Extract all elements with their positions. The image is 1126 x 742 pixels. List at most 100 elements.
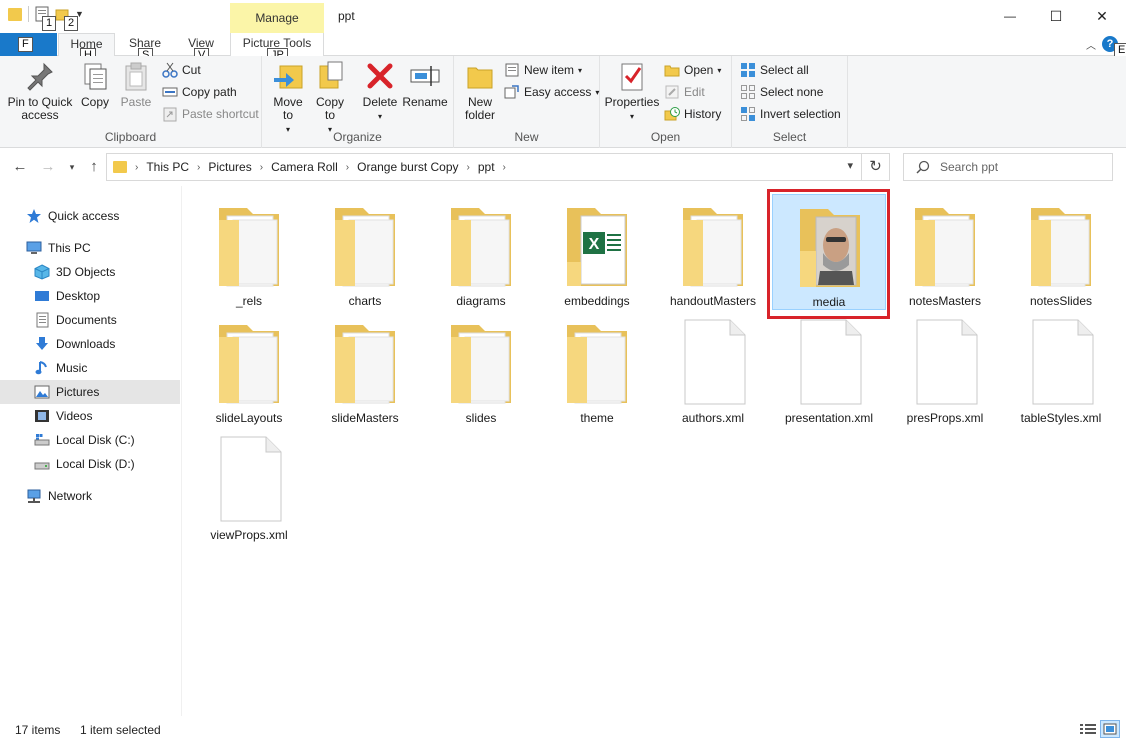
copy-button[interactable]: Copy xyxy=(78,60,112,109)
folder-item[interactable]: notesMasters xyxy=(888,186,1002,308)
breadcrumb-separator-icon[interactable]: › xyxy=(467,162,470,173)
nav-label-desktop: Desktop xyxy=(56,289,101,303)
collapse-ribbon-icon[interactable]: ︿ xyxy=(1086,37,1096,52)
item-name: authors.xml xyxy=(681,411,745,425)
nav-item-pictures[interactable]: Pictures xyxy=(0,380,180,404)
folder-item[interactable]: charts xyxy=(308,186,422,308)
item-name: presentation.xml xyxy=(784,411,874,425)
recent-locations-button[interactable]: ▾ xyxy=(62,157,82,177)
new-folder-button[interactable]: New folder xyxy=(460,60,500,122)
file-item[interactable]: tableStyles.xml xyxy=(1004,303,1118,425)
up-button[interactable]: ↑ xyxy=(84,157,104,177)
delete-dropdown-icon: ▾ xyxy=(377,112,382,121)
properties-button[interactable]: Properties ▾ xyxy=(604,60,660,123)
easy-access-button[interactable]: Easy access ▾ xyxy=(504,82,599,102)
pictures-icon xyxy=(34,385,50,399)
folder-item[interactable]: _rels xyxy=(192,186,306,308)
address-history-dropdown-icon[interactable]: ▾ xyxy=(847,159,853,172)
nav-item-desktop[interactable]: Desktop xyxy=(0,284,180,308)
xml-file-icon xyxy=(916,319,978,405)
scissors-icon xyxy=(162,62,178,78)
nav-label-this-pc: This PC xyxy=(48,241,91,255)
breadcrumb-ppt[interactable]: ppt xyxy=(478,160,495,174)
large-icons-view-button[interactable] xyxy=(1100,720,1120,738)
folder-item[interactable]: slideMasters xyxy=(308,303,422,425)
folder-item[interactable]: slides xyxy=(424,303,538,425)
details-view-button[interactable] xyxy=(1078,720,1098,738)
breadcrumb-separator-icon[interactable]: › xyxy=(346,162,349,173)
copy-path-button[interactable]: Copy path xyxy=(162,82,237,102)
nav-item-3d-objects[interactable]: 3D Objects xyxy=(0,260,180,284)
folder-icon xyxy=(683,208,743,287)
breadcrumb-orange-burst-copy[interactable]: Orange burst Copy xyxy=(357,160,458,174)
history-button[interactable]: History xyxy=(664,104,721,124)
new-item-button[interactable]: New item ▾ xyxy=(504,60,582,80)
file-item[interactable]: presProps.xml xyxy=(888,303,1002,425)
breadcrumb-separator-icon[interactable]: › xyxy=(260,162,263,173)
delete-button[interactable]: Delete ▾ xyxy=(360,60,400,123)
history-label: History xyxy=(684,107,722,121)
copy-to-button[interactable]: Copy to ▾ xyxy=(312,60,348,136)
nav-item-local-disk-c[interactable]: Local Disk (C:) xyxy=(0,428,180,452)
open-button[interactable]: Open ▾ xyxy=(664,60,721,80)
download-arrow-icon xyxy=(36,337,48,350)
cut-label: Cut xyxy=(182,63,201,77)
nav-item-downloads[interactable]: Downloads xyxy=(0,332,180,356)
back-arrow-icon: ← xyxy=(12,158,28,175)
breadcrumb-separator-icon[interactable]: › xyxy=(135,162,138,173)
search-box[interactable] xyxy=(903,153,1113,181)
pin-to-quick-access-button[interactable]: Pin to Quick access xyxy=(4,60,76,122)
copy-path-label: Copy path xyxy=(182,85,237,99)
folder-icon xyxy=(451,325,511,404)
paste-button[interactable]: Paste xyxy=(118,60,154,109)
edit-button[interactable]: Edit xyxy=(664,82,705,102)
nav-item-network[interactable]: Network xyxy=(0,484,180,508)
file-item[interactable]: viewProps.xml xyxy=(192,420,306,542)
select-none-button[interactable]: Select none xyxy=(740,82,823,102)
file-item[interactable]: authors.xml xyxy=(656,303,770,425)
forward-button[interactable]: → xyxy=(38,157,58,177)
paste-shortcut-button[interactable]: Paste shortcut xyxy=(162,104,259,124)
breadcrumb-separator-icon[interactable]: › xyxy=(197,162,200,173)
nav-item-quick-access[interactable]: Quick access xyxy=(0,204,180,228)
nav-item-documents[interactable]: Documents xyxy=(0,308,180,332)
rename-button[interactable]: Rename xyxy=(402,60,448,109)
breadcrumb-this-pc[interactable]: This PC xyxy=(146,160,189,174)
paste-shortcut-label: Paste shortcut xyxy=(182,107,259,121)
breadcrumb-camera-roll[interactable]: Camera Roll xyxy=(271,160,338,174)
search-input[interactable] xyxy=(940,160,1100,174)
xml-file-icon xyxy=(800,319,862,405)
large-icons-view-icon xyxy=(1103,723,1117,735)
maximize-button[interactable]: ☐ xyxy=(1033,0,1079,32)
ribbon: Pin to Quick access Copy Paste Cut Copy … xyxy=(0,56,1126,148)
folder-item[interactable]: handoutMasters xyxy=(656,186,770,308)
nav-item-videos[interactable]: Videos xyxy=(0,404,180,428)
breadcrumb-separator-icon[interactable]: › xyxy=(503,162,506,173)
tab-file[interactable]: F xyxy=(0,33,57,56)
minimize-button[interactable]: — xyxy=(987,0,1033,32)
folder-item[interactable]: notesSlides xyxy=(1004,186,1118,308)
status-bar: 17 items 1 item selected xyxy=(0,716,1126,742)
invert-selection-button[interactable]: Invert selection xyxy=(740,104,841,124)
file-item[interactable]: presentation.xml xyxy=(772,303,886,425)
close-button[interactable]: ✕ xyxy=(1079,0,1125,32)
paste-label: Paste xyxy=(120,95,152,109)
select-all-button[interactable]: Select all xyxy=(740,60,809,80)
folder-item[interactable]: theme xyxy=(540,303,654,425)
new-group-label: New xyxy=(514,130,539,144)
breadcrumb-pictures[interactable]: Pictures xyxy=(208,160,251,174)
folder-item[interactable]: slideLayouts xyxy=(192,303,306,425)
nav-item-local-disk-d[interactable]: Local Disk (D:) xyxy=(0,452,180,476)
invert-selection-icon xyxy=(741,107,755,121)
cut-button[interactable]: Cut xyxy=(162,60,201,80)
folder-item[interactable]: X embeddings xyxy=(540,186,654,308)
folder-item-selected[interactable]: media xyxy=(772,194,886,310)
nav-label-videos: Videos xyxy=(56,409,93,423)
folder-item[interactable]: diagrams xyxy=(424,186,538,308)
refresh-button[interactable]: ↻ xyxy=(862,153,890,181)
back-button[interactable]: ← xyxy=(10,157,30,177)
move-to-button[interactable]: Move to ▾ xyxy=(270,60,306,136)
nav-item-this-pc[interactable]: This PC xyxy=(0,236,180,260)
address-bar[interactable]: › This PC › Pictures › Camera Roll › Ora… xyxy=(106,153,862,181)
nav-item-music[interactable]: Music xyxy=(0,356,180,380)
